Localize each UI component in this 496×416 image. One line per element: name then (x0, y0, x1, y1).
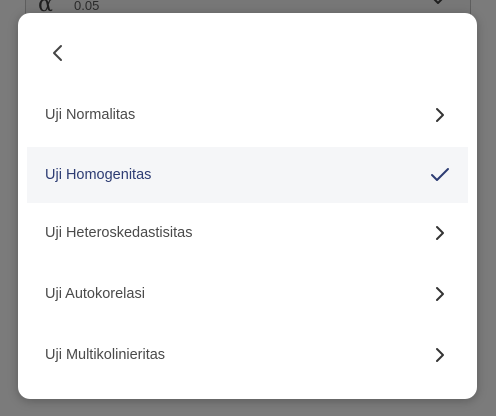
chevron-right-icon (430, 223, 450, 243)
chevron-down-icon (430, 0, 446, 8)
menu-item-uji-normalitas[interactable]: Uji Normalitas (27, 87, 468, 143)
menu-item-uji-autokorelasi[interactable]: Uji Autokorelasi (27, 266, 468, 322)
chevron-right-icon (430, 105, 450, 125)
chevron-right-icon (430, 284, 450, 304)
menu-item-label: Uji Multikolinieritas (45, 347, 166, 363)
menu-item-uji-heteroskedastisitas[interactable]: Uji Heteroskedastisitas (27, 205, 468, 261)
chevron-right-icon (430, 345, 450, 365)
alpha-value: 0.05 (74, 0, 100, 13)
menu-item-label: Uji Normalitas (45, 107, 136, 123)
menu-item-uji-multikolinieritas[interactable]: Uji Multikolinieritas (27, 327, 468, 383)
back-button[interactable] (46, 43, 70, 67)
menu-item-label: Uji Heteroskedastisitas (45, 225, 193, 241)
test-menu-modal: Uji Normalitas Uji Homogenitas Uji Heter… (18, 13, 477, 399)
chevron-left-icon (51, 43, 65, 68)
check-icon (430, 165, 450, 185)
menu-item-label: Uji Homogenitas (45, 167, 152, 183)
menu-item-uji-homogenitas[interactable]: Uji Homogenitas (27, 147, 468, 203)
menu-item-label: Uji Autokorelasi (45, 286, 145, 302)
